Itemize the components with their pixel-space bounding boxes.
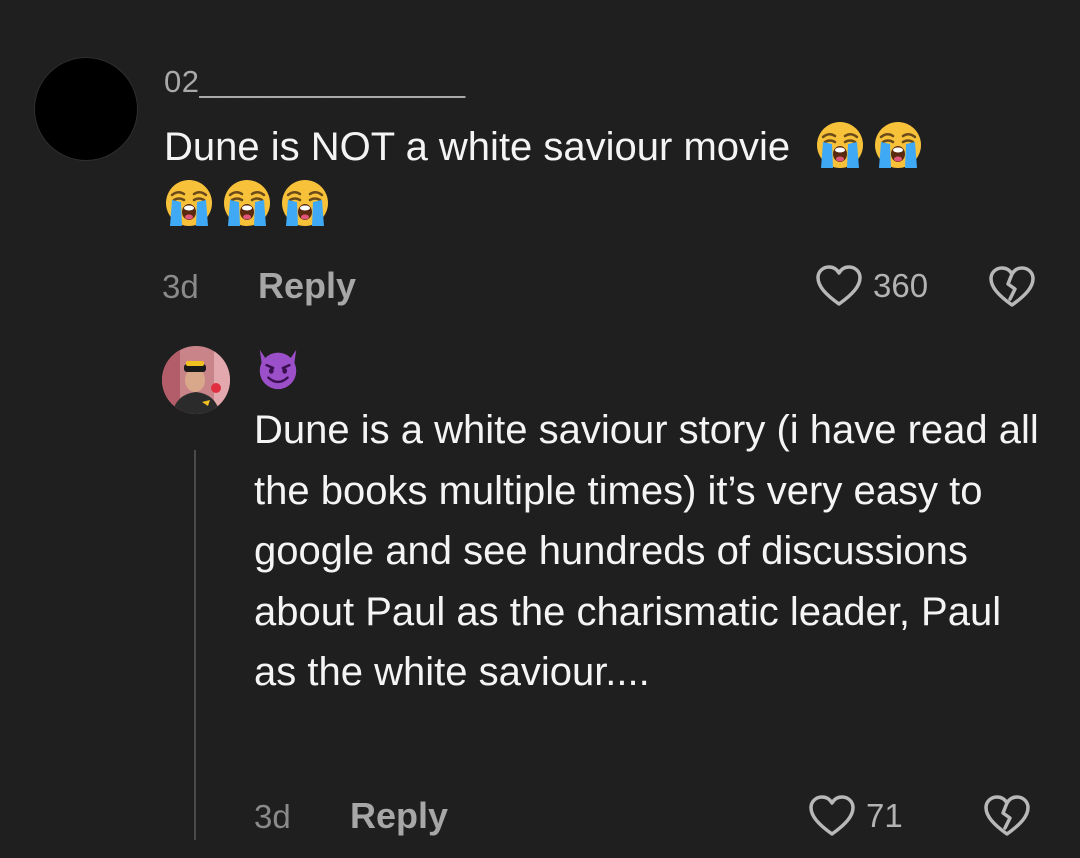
comment-reply-button[interactable]: Reply [258,265,356,307]
comment-timestamp: 3d [162,268,199,305]
reply-avatar[interactable] [162,346,230,414]
comment-like-button[interactable]: 360 [815,264,928,308]
heart-icon [815,264,863,308]
loudly-crying-face-icon [815,120,865,170]
comment-username[interactable]: 02_______________ [164,64,466,100]
thread-line [194,450,196,840]
reply-text: Dune is a white saviour story (i have re… [254,408,1039,694]
comment-body: Dune is NOT a white saviour movie [164,118,1024,234]
smiling-face-with-horns-icon [254,344,302,392]
broken-heart-icon[interactable] [983,794,1031,838]
comment-like-count: 360 [873,267,929,304]
broken-heart-icon[interactable] [988,265,1036,309]
commenter-avatar[interactable] [35,58,137,160]
reply-timestamp: 3d [254,798,291,835]
comment-text: Dune is NOT a white saviour movie [164,125,791,169]
heart-icon [808,794,856,838]
loudly-crying-face-icon [164,178,214,228]
loudly-crying-face-icon [222,178,272,228]
reply-like-button[interactable]: 71 [808,794,903,838]
loudly-crying-face-icon [280,178,330,228]
reply-like-count: 71 [866,797,903,834]
reply-reply-button[interactable]: Reply [350,795,448,837]
user-photo-icon [162,346,230,414]
loudly-crying-face-icon [873,120,923,170]
